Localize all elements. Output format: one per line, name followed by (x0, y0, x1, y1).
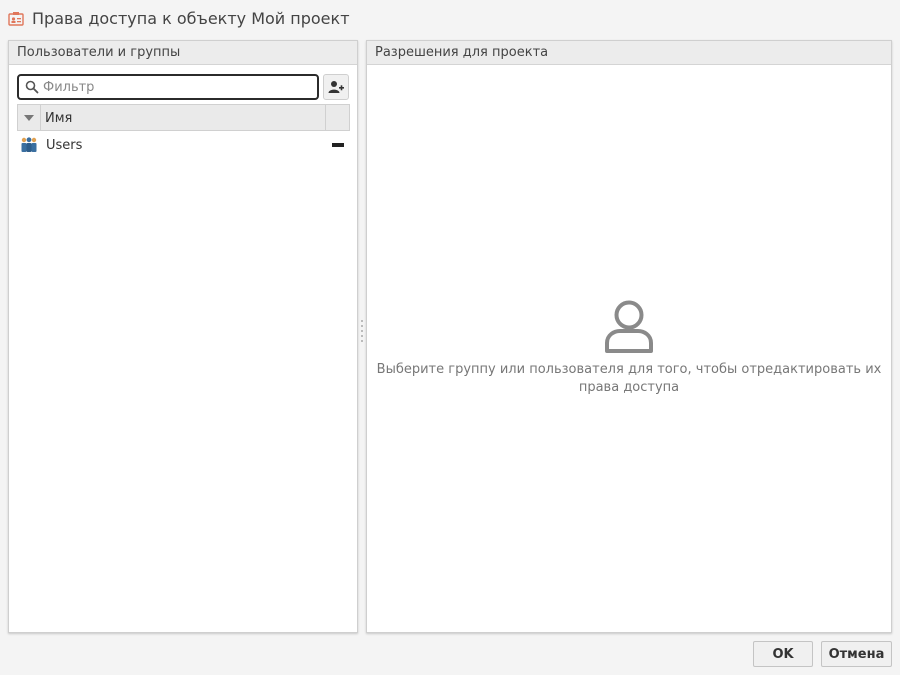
search-icon (25, 80, 39, 94)
list-item-label: Users (46, 137, 83, 153)
object-permissions-icon (8, 12, 24, 26)
permissions-header: Разрешения для проекта (367, 41, 891, 65)
filter-box (17, 74, 319, 100)
filter-input[interactable] (43, 78, 313, 96)
dialog-title: Права доступа к объекту Мой проект (32, 9, 350, 28)
users-group-icon (21, 137, 37, 152)
list-item[interactable]: Users (17, 134, 350, 156)
user-icon (605, 300, 653, 353)
panel-splitter[interactable] (360, 320, 364, 352)
sort-down-icon (24, 114, 34, 121)
remove-icon[interactable] (332, 143, 344, 147)
add-user-icon (328, 81, 344, 93)
column-header-actions (326, 105, 349, 130)
ok-button[interactable]: OK (753, 641, 813, 667)
empty-state-message: Выберите группу или пользователя для тог… (376, 362, 882, 395)
permissions-dialog: Права доступа к объекту Мой проект Польз… (0, 0, 900, 675)
users-groups-header: Пользователи и группы (9, 41, 357, 65)
grid-header: Имя (17, 104, 350, 131)
cancel-button[interactable]: Отмена (821, 641, 892, 667)
permissions-panel: Разрешения для проекта Выберите группу и… (366, 40, 892, 633)
users-groups-panel: Пользователи и группы Имя (8, 40, 358, 633)
title-bar: Права доступа к объекту Мой проект (0, 0, 900, 38)
column-header-name[interactable]: Имя (41, 105, 326, 130)
empty-state: Выберите группу или пользователя для тог… (367, 299, 891, 397)
add-user-button[interactable] (323, 74, 349, 100)
sort-toggle[interactable] (18, 105, 41, 130)
